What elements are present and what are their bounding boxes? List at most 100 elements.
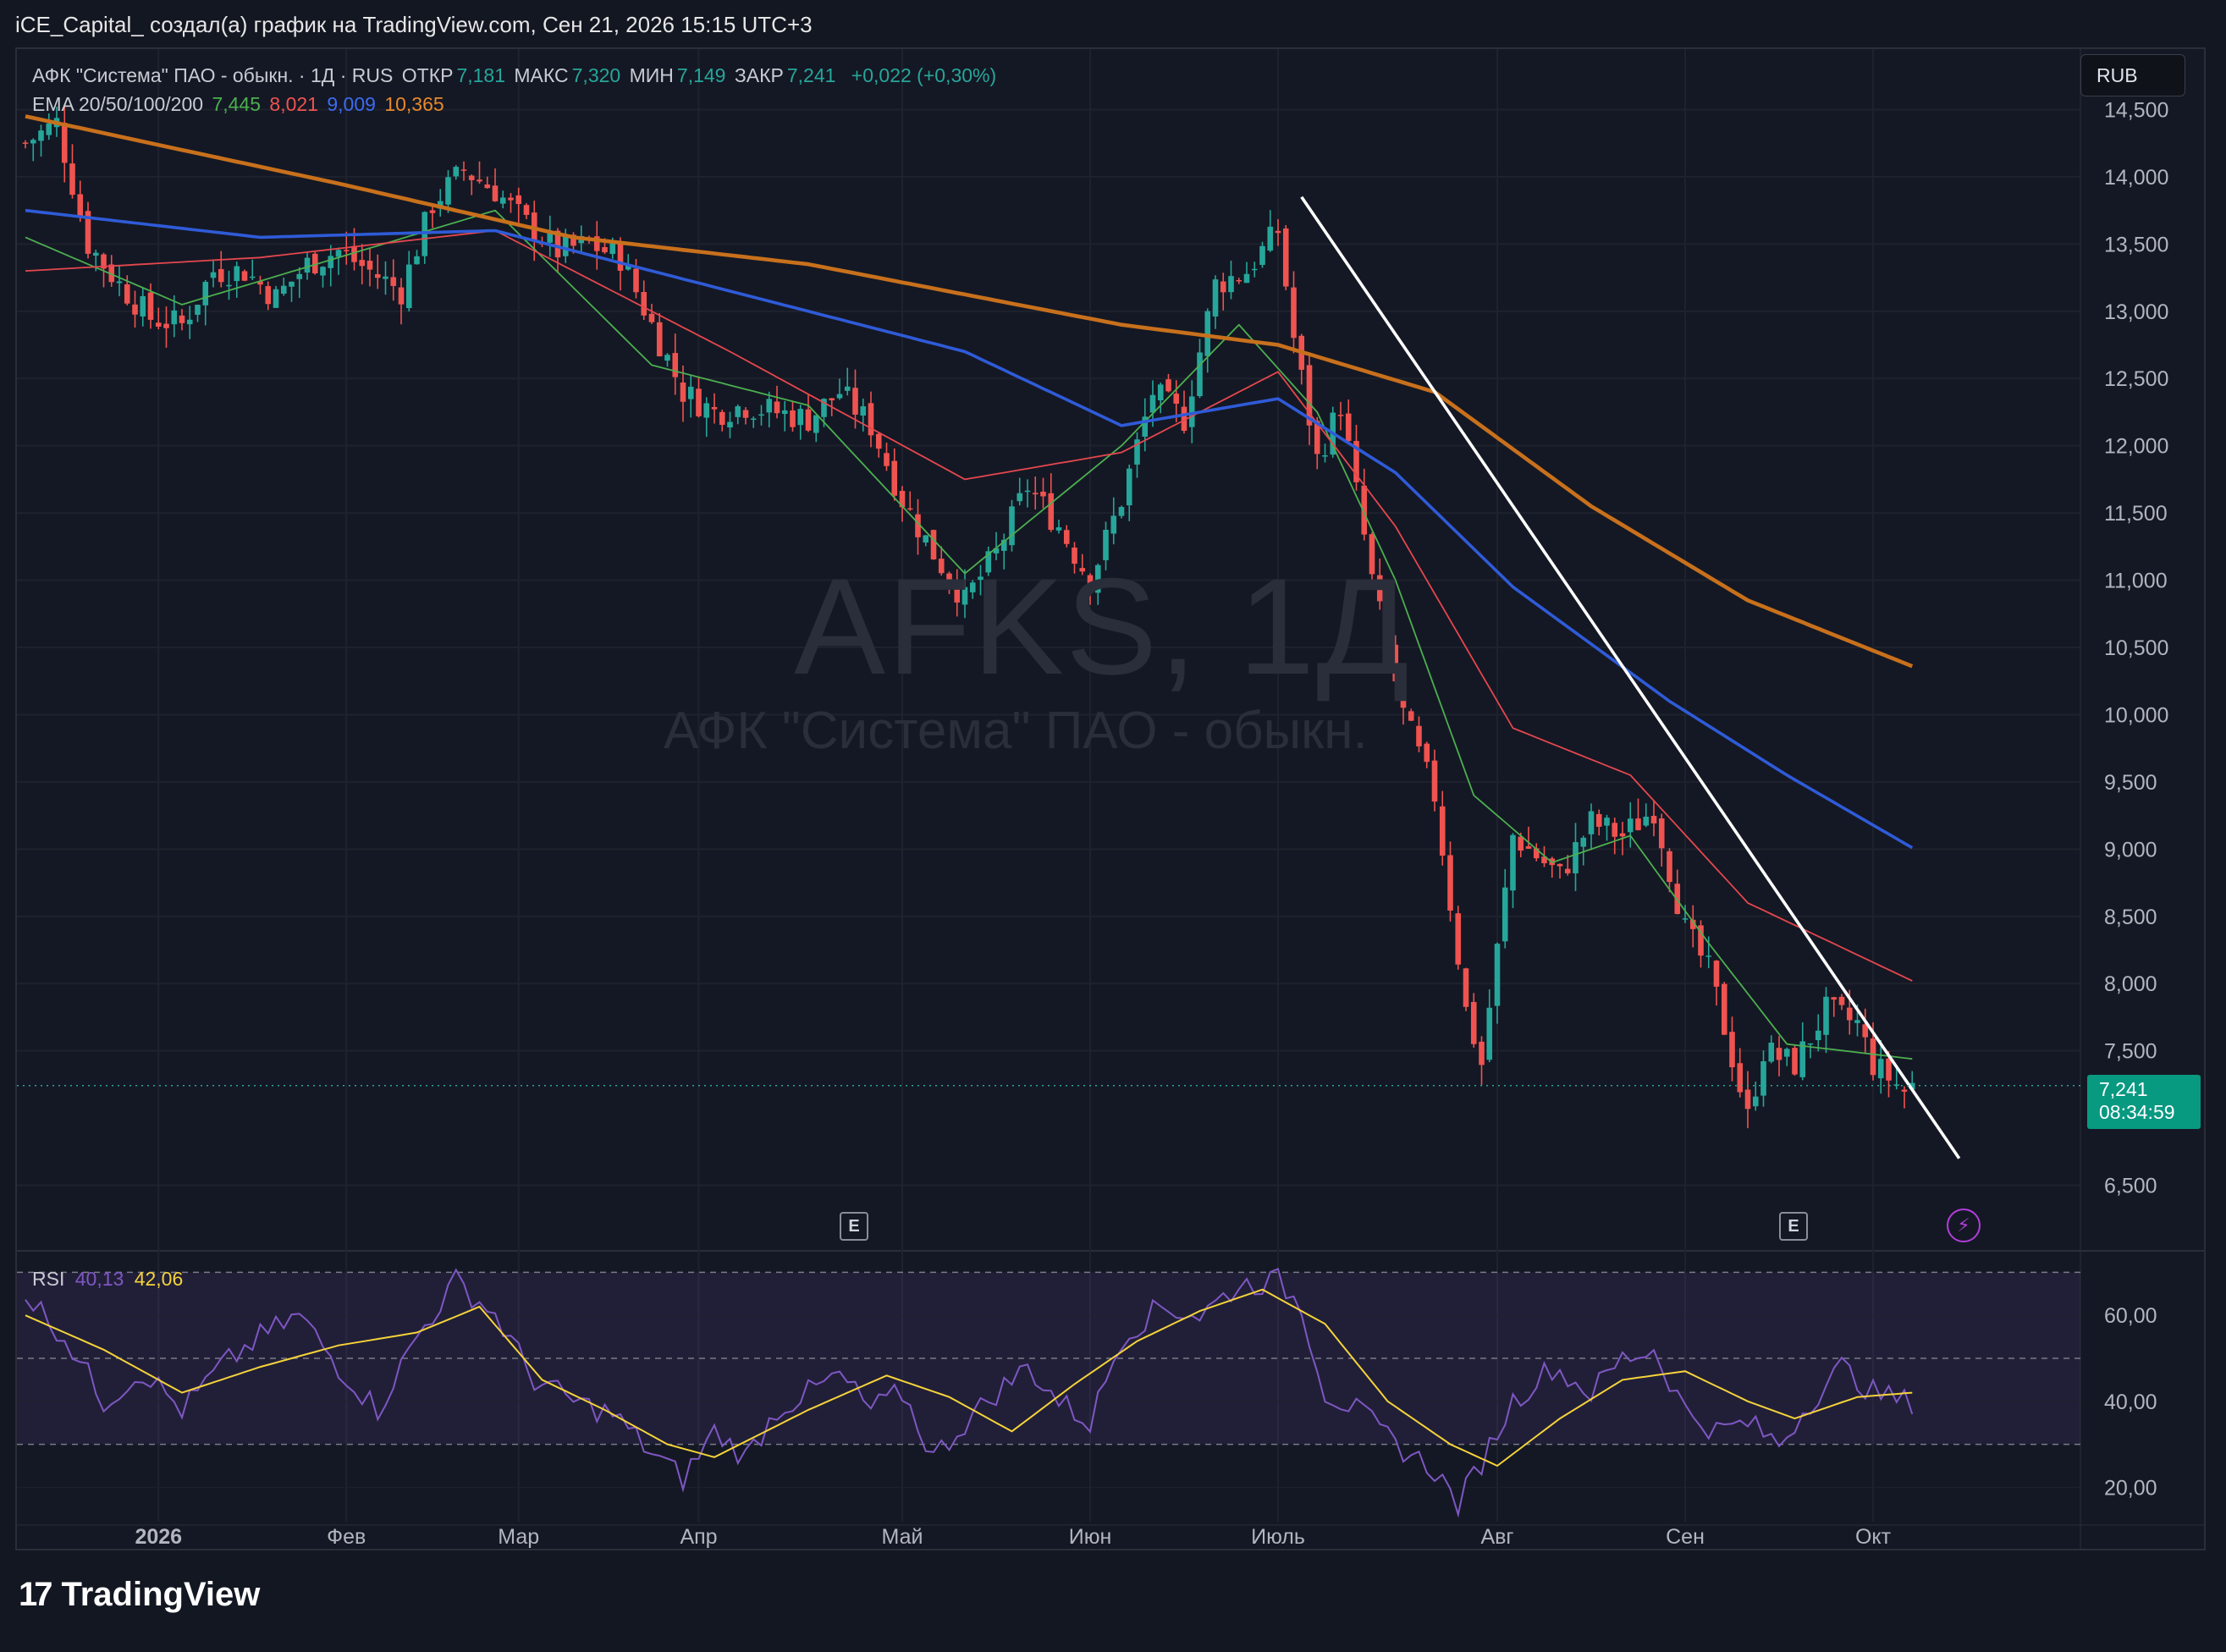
tradingview-logo[interactable]: 17 TradingView [19, 1576, 260, 1614]
candle-body [664, 355, 670, 361]
high-label: МАКС [514, 64, 569, 86]
candle-body [1055, 527, 1062, 531]
candle-body [453, 167, 460, 177]
symbol-legend[interactable]: АФК "Система" ПАО - обыкн. · 1Д · RUS ОТ… [32, 64, 1000, 87]
candle-body [265, 286, 272, 305]
candle-body [1439, 806, 1446, 856]
candle-body [124, 284, 130, 304]
candle-body [1776, 1048, 1782, 1060]
candle-body [46, 123, 52, 135]
candle-body [508, 197, 514, 201]
candle-body [1345, 413, 1352, 442]
candle-body [210, 272, 217, 278]
last-price-label: 7,241 08:34:59 [2087, 1075, 2201, 1129]
candle-body [226, 284, 232, 287]
candle-body [468, 175, 475, 180]
rsi-tick-label: 20,00 [2104, 1476, 2157, 1500]
candle-body [335, 250, 342, 257]
currency-button[interactable]: RUB [2080, 54, 2185, 96]
time-tick-label: Авг [1480, 1525, 1513, 1549]
candle-body [813, 415, 819, 433]
candle-body [218, 268, 224, 283]
candle-body [1510, 834, 1516, 891]
candle-body [289, 281, 295, 287]
candle-body [602, 246, 608, 253]
candle-body [1877, 1059, 1884, 1079]
candle-body [1650, 816, 1657, 823]
candle-body [1165, 379, 1171, 392]
candle-body [1619, 833, 1626, 837]
chart-frame[interactable]: 14,500 14,000 13,500 13,000 12,500 12,000 11,5… [15, 47, 2206, 1550]
tradingview-wordmark: TradingView [61, 1576, 261, 1613]
candle-body [147, 292, 154, 320]
last-price-value: 7,241 [2099, 1078, 2148, 1100]
price-tick-label: 10,000 [2104, 703, 2168, 727]
candle-body [680, 382, 686, 402]
low-value: 7,149 [676, 64, 726, 86]
candle-body [805, 409, 812, 431]
ema-legend[interactable]: EMA 20/50/100/200 7,445 8,021 9,009 10,3… [32, 93, 448, 116]
candle-body [1322, 455, 1328, 457]
candle-body [1564, 868, 1571, 873]
candle-body [1721, 983, 1727, 1035]
candle-body [1126, 468, 1132, 506]
candle-body [1212, 279, 1219, 317]
candle-body [1886, 1058, 1892, 1081]
candle-body [92, 252, 99, 256]
candle-body [758, 414, 764, 416]
earnings-event-icon[interactable]: E [840, 1212, 868, 1241]
rsi-ma-value: 42,06 [134, 1268, 184, 1290]
close-label: ЗАКР [734, 64, 784, 86]
candle-body [515, 195, 522, 205]
price-tick-label: 11,500 [2104, 502, 2168, 526]
candle-body [1667, 851, 1672, 883]
candle-body [359, 260, 366, 267]
candle-body [1612, 823, 1618, 837]
candle-body [1197, 352, 1203, 397]
chart-canvas[interactable]: 14,500 14,000 13,500 13,000 12,500 12,000 11,5… [17, 49, 2206, 1550]
candle-body [884, 453, 890, 466]
candle-body [445, 177, 451, 205]
price-tick-label: 10,500 [2104, 636, 2168, 660]
ema100-value: 9,009 [327, 93, 376, 115]
watermark-ticker: AFKS, 1Д [794, 550, 1411, 703]
candle-body [1243, 273, 1250, 284]
candle-body [523, 205, 530, 215]
candle-body [414, 256, 420, 265]
candle-body [366, 261, 373, 270]
tradingview-logo-icon: 17 [19, 1576, 52, 1613]
candle-body [116, 281, 123, 284]
lightning-event-icon[interactable]: ⚡ [1947, 1209, 1981, 1242]
time-tick-label: Окт [1855, 1525, 1892, 1549]
candle-body [1595, 813, 1602, 827]
candle-body [1752, 1096, 1759, 1107]
candle-body [1424, 743, 1430, 763]
candle-body [1024, 490, 1031, 493]
price-tick-label: 6,500 [2104, 1175, 2157, 1198]
price-tick-label: 13,000 [2104, 300, 2168, 324]
candle-body [1557, 863, 1563, 867]
rsi-legend[interactable]: RSI 40,13 42,06 [32, 1268, 183, 1291]
candle-body [1416, 725, 1422, 746]
candle-body [69, 163, 75, 195]
candle-body [711, 406, 718, 410]
close-value: 7,241 [786, 64, 836, 86]
time-tick-label: Апр [680, 1525, 717, 1549]
earnings-event-icon[interactable]: E [1779, 1212, 1808, 1241]
candle-body [1291, 287, 1297, 339]
candle-body [296, 273, 303, 279]
open-value: 7,181 [456, 64, 505, 86]
candle-body [891, 460, 898, 496]
candle-body [1463, 968, 1469, 1007]
candle-body [766, 399, 773, 413]
candle-body [1901, 1089, 1908, 1092]
rsi-tick-label: 40,00 [2104, 1390, 2157, 1414]
attribution-text: iCE_Capital_ создал(а) график на Trading… [15, 12, 813, 37]
candle-body [1729, 1032, 1735, 1068]
time-tick-label: Сен [1666, 1525, 1705, 1549]
candle-body [1048, 493, 1055, 531]
ema50-value: 8,021 [269, 93, 318, 115]
candle-body [1282, 228, 1289, 287]
candle-body [781, 410, 788, 415]
open-label: ОТКР [401, 64, 454, 86]
